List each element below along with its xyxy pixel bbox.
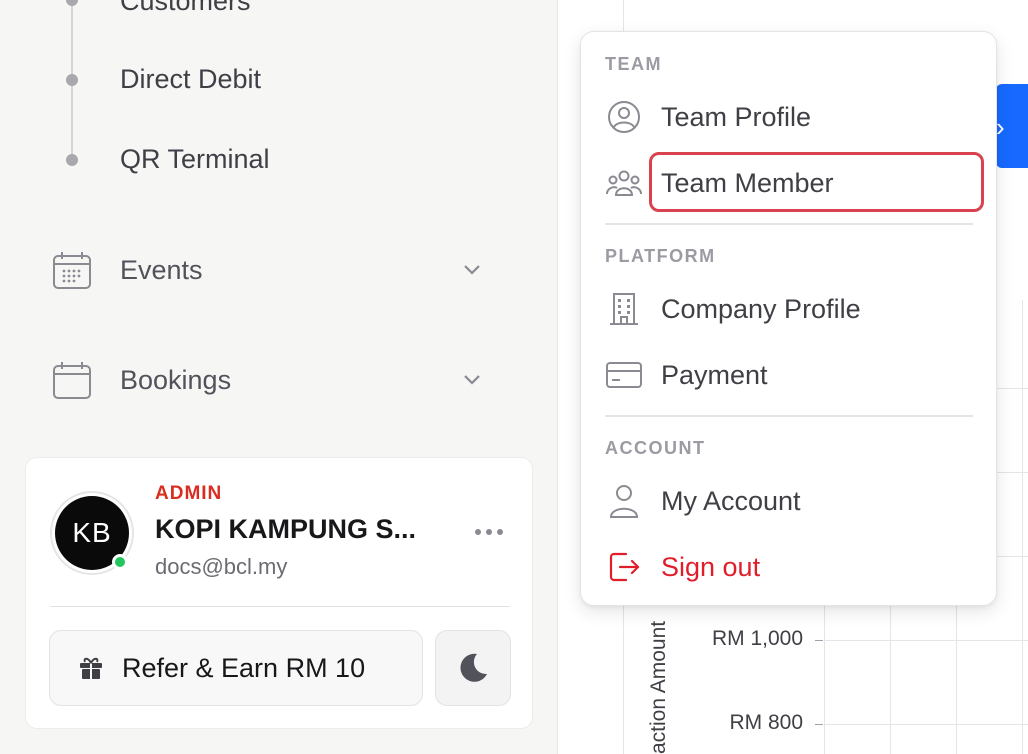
sidebar-item-label: Bookings: [120, 364, 232, 395]
chevron-right-icon: ›: [996, 112, 1005, 142]
building-icon: [605, 290, 643, 328]
user-email: docs@bcl.my: [155, 554, 288, 579]
menu-item-label: Company Profile: [661, 293, 861, 324]
section-title-account: ACCOUNT: [605, 438, 706, 458]
section-title-platform: PLATFORM: [605, 246, 716, 266]
dot: [497, 529, 503, 535]
divider: [50, 606, 510, 607]
moon-icon: [460, 653, 487, 682]
calendar-icon: [50, 358, 94, 402]
y-tick-label: RM 800: [729, 711, 803, 734]
sidebar: Customers Direct Debit QR Terminal Event…: [0, 0, 558, 754]
menu-item-company-profile[interactable]: Company Profile: [605, 284, 981, 334]
tree-dot: [66, 154, 78, 166]
menu-item-team-member[interactable]: Team Member: [605, 158, 981, 208]
primary-action-button[interactable]: ›: [996, 84, 1028, 168]
dot: [475, 529, 481, 535]
settings-dropdown-menu: TEAM Team Profile Team Member PLATFORM C…: [580, 31, 997, 606]
user-role-badge: ADMIN: [155, 483, 223, 504]
menu-item-my-account[interactable]: My Account: [605, 476, 981, 526]
menu-item-sign-out[interactable]: Sign out: [605, 542, 981, 592]
gift-icon: [80, 657, 102, 679]
tree-dot: [66, 0, 78, 6]
user-circle-icon: [605, 98, 643, 136]
credit-card-icon: [605, 356, 643, 394]
user-card: KB ADMIN KOPI KAMPUNG S... docs@bcl.my R…: [25, 457, 533, 729]
more-options-button[interactable]: [470, 518, 508, 546]
online-status-indicator: [112, 554, 128, 570]
gridline: [824, 724, 1028, 725]
chevron-down-icon: [464, 265, 480, 275]
tick-mark: [815, 640, 823, 641]
theme-toggle-button[interactable]: [435, 630, 511, 706]
menu-item-label: Team Profile: [661, 101, 812, 132]
menu-item-label: Payment: [661, 359, 768, 390]
sidebar-subitem-qr-terminal[interactable]: QR Terminal: [120, 144, 270, 175]
sidebar-item-events[interactable]: Events: [50, 246, 490, 294]
sidebar-item-label: Events: [120, 254, 203, 285]
y-axis-label: action Amount: [647, 620, 670, 754]
sign-out-icon: [605, 548, 643, 586]
menu-divider: [605, 415, 973, 417]
y-tick-label: RM 1,000: [711, 627, 803, 650]
calendar-grid-icon: [50, 248, 94, 292]
menu-divider: [605, 223, 973, 225]
refer-earn-button[interactable]: Refer & Earn RM 10: [49, 630, 423, 706]
section-title-team: TEAM: [605, 54, 662, 74]
sidebar-subitem-customers[interactable]: Customers: [120, 0, 251, 17]
chevron-down-icon: [464, 375, 480, 385]
dot: [486, 529, 492, 535]
tree-dot: [66, 74, 78, 86]
user-icon: [605, 482, 643, 520]
users-group-icon: [605, 164, 643, 202]
menu-item-label: Team Member: [661, 167, 834, 198]
menu-item-label: Sign out: [661, 551, 761, 582]
gridline: [824, 640, 1028, 641]
sidebar-subitem-direct-debit[interactable]: Direct Debit: [120, 64, 261, 95]
gridline: [1022, 300, 1023, 754]
menu-item-team-profile[interactable]: Team Profile: [605, 92, 981, 142]
tick-mark: [815, 724, 823, 725]
company-name: KOPI KAMPUNG S...: [155, 514, 417, 544]
refer-earn-label: Refer & Earn RM 10: [122, 652, 366, 683]
menu-item-label: My Account: [661, 485, 801, 516]
menu-item-payment[interactable]: Payment: [605, 350, 981, 400]
sidebar-item-bookings[interactable]: Bookings: [50, 356, 490, 404]
